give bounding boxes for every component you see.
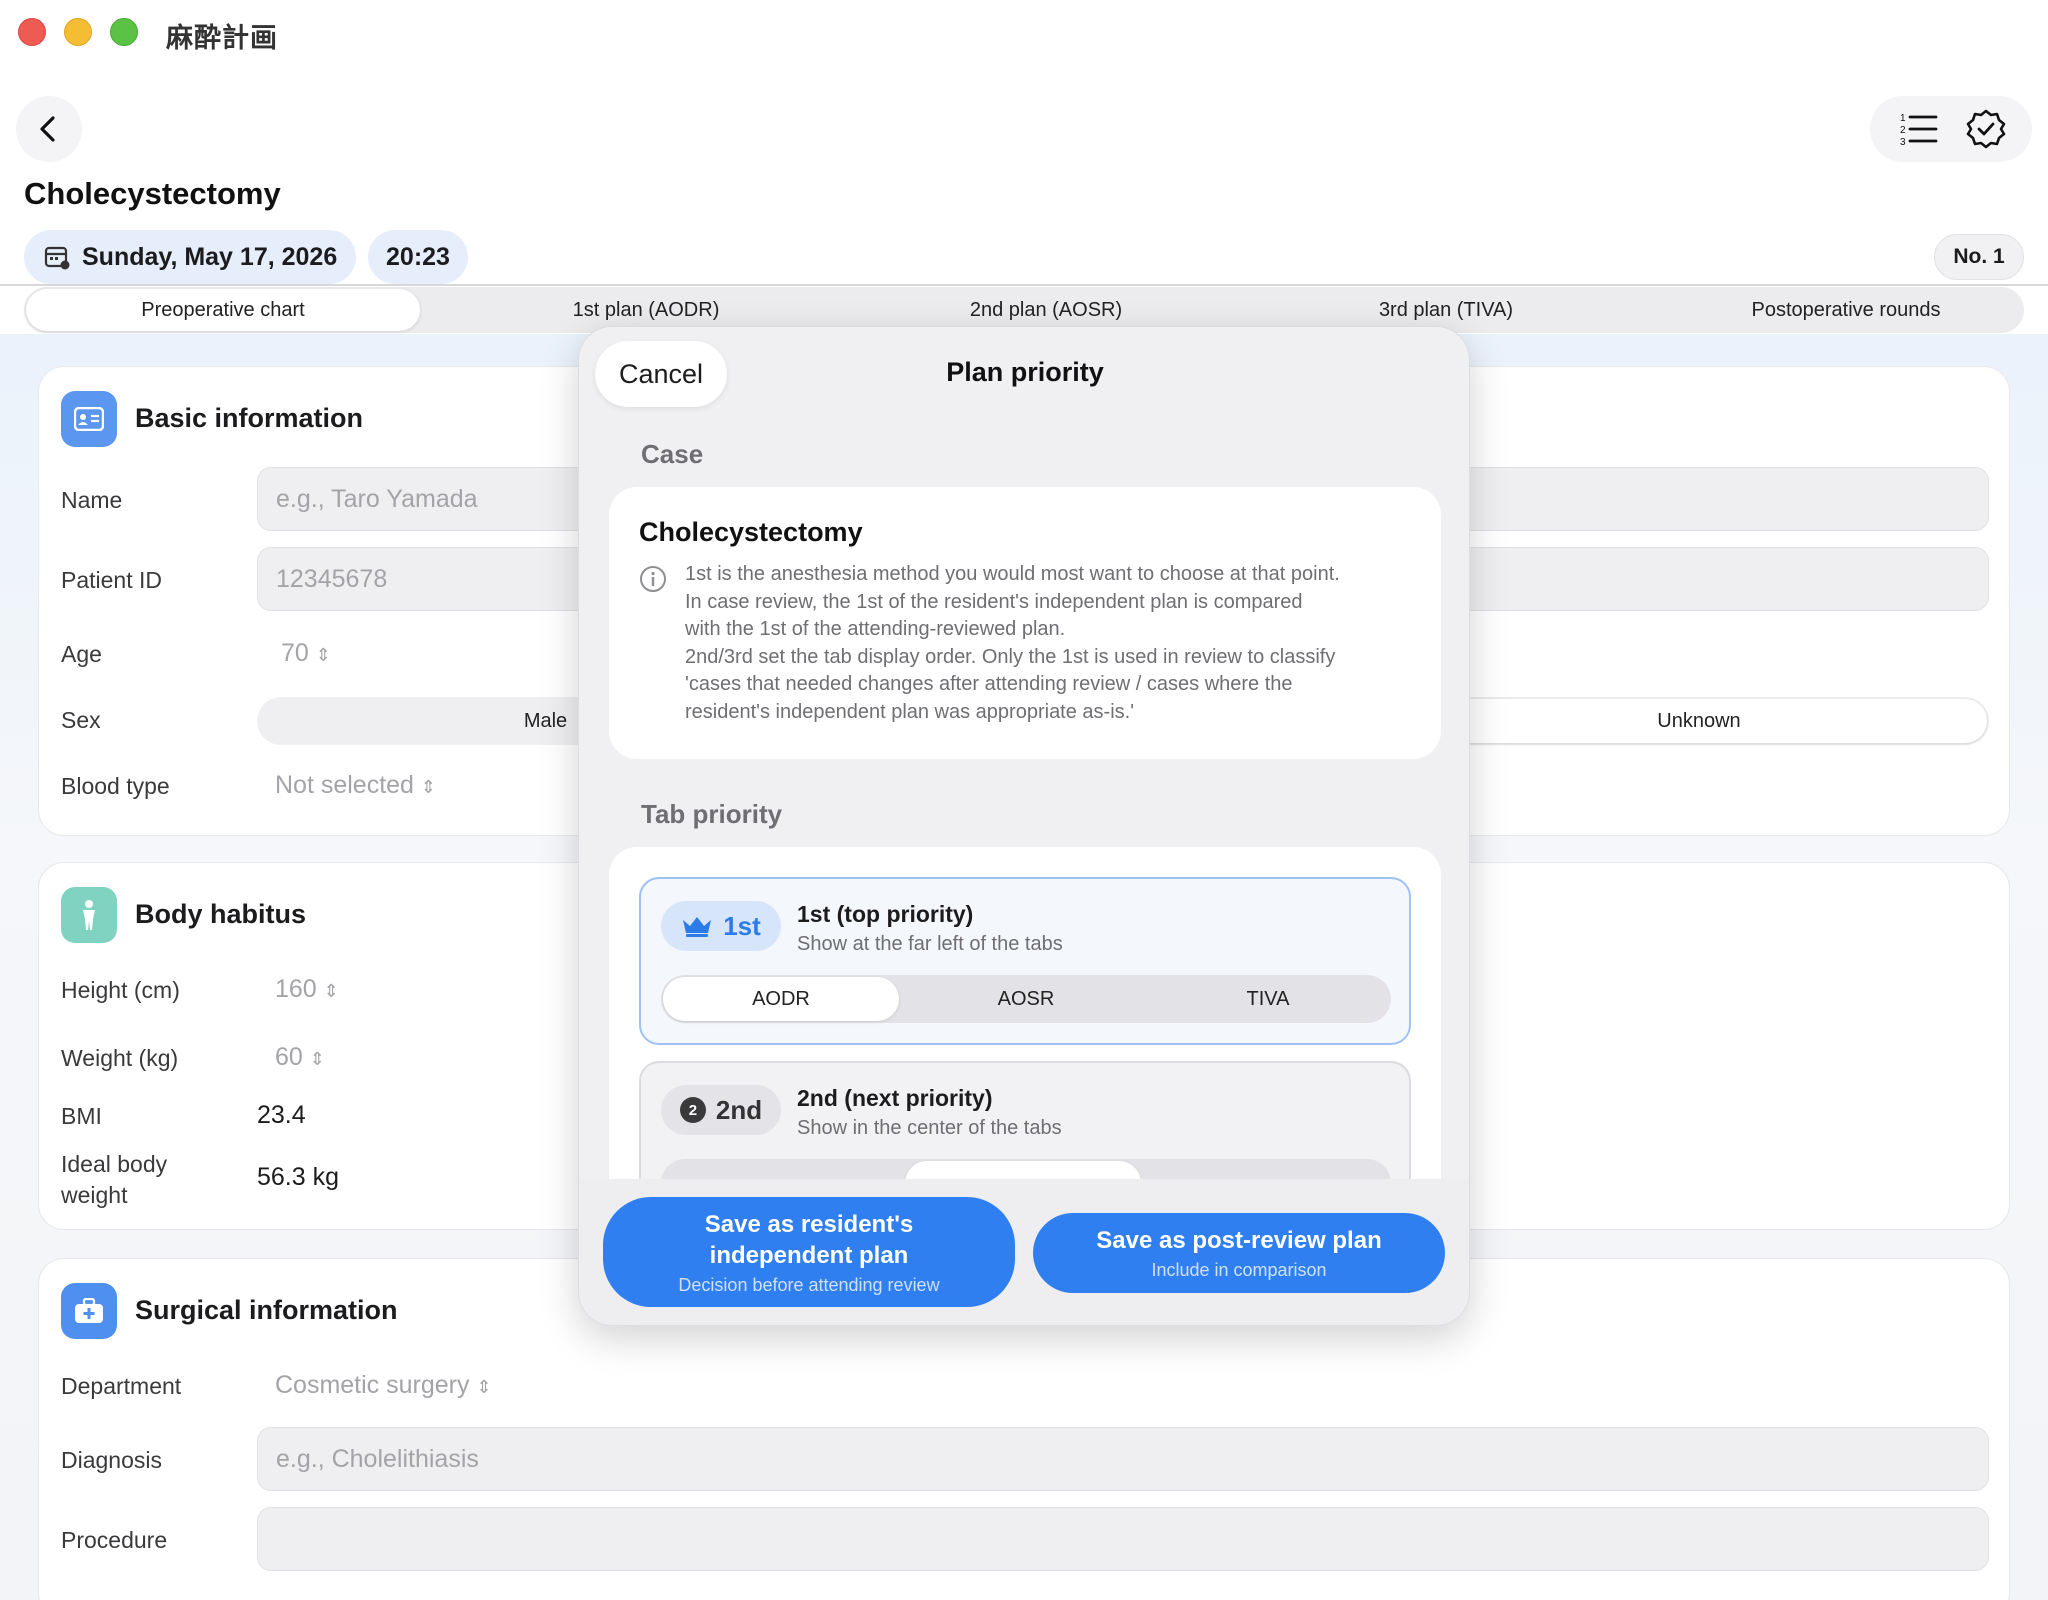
diagnosis-label: Diagnosis	[61, 1447, 162, 1473]
svg-text:2: 2	[1900, 125, 1906, 136]
tab-priority-section-header: Tab priority	[641, 799, 783, 829]
save-review-sublabel: Include in comparison	[1151, 1260, 1327, 1280]
height-value: 160	[275, 975, 317, 1003]
priority-1st-subtitle: Show at the far left of the tabs	[797, 933, 1063, 955]
case-card: Cholecystectomy 1st is the anesthesia me…	[609, 487, 1441, 759]
ideal-body-weight-value: 56.3 kg	[257, 1163, 340, 1191]
name-placeholder: e.g., Taro Yamada	[276, 484, 478, 513]
save-resident-sublabel: Decision before attending review	[678, 1274, 940, 1295]
method-option-tiva[interactable]: TIVA	[1147, 975, 1389, 1023]
updown-icon: ⇕	[420, 777, 437, 797]
weight-value: 60	[275, 1043, 303, 1071]
chevron-left-icon	[40, 116, 55, 142]
bmi-label: BMI	[61, 1103, 102, 1129]
svg-text:1: 1	[1900, 113, 1906, 124]
department-picker[interactable]: Cosmetic surgery ⇕	[275, 1371, 492, 1400]
time-chip[interactable]: 20:23	[368, 230, 468, 284]
title-bar: 麻酔計画	[0, 0, 2048, 64]
minimize-window-button[interactable]	[64, 18, 92, 46]
height-picker[interactable]: 160 ⇕	[275, 975, 339, 1004]
priority-1st-title: 1st (top priority)	[797, 901, 974, 927]
case-section-header: Case	[641, 439, 704, 469]
method-option-aodr[interactable]: AODR	[663, 977, 899, 1021]
diagnosis-placeholder: e.g., Cholelithiasis	[276, 1444, 479, 1473]
sex-label: Sex	[61, 707, 101, 733]
time-text: 20:23	[386, 242, 450, 271]
toolbar-actions: 1 2 3	[1870, 96, 2032, 162]
blood-type-picker[interactable]: Not selected ⇕	[275, 771, 436, 800]
sheet-title: Plan priority	[946, 357, 1104, 387]
diagnosis-input[interactable]: e.g., Cholelithiasis	[257, 1427, 1989, 1491]
age-label: Age	[61, 641, 102, 667]
sheet-footer: Save as resident's independent plan Decis…	[579, 1179, 1469, 1325]
ideal-body-weight-label: Ideal body weight	[61, 1151, 168, 1208]
sex-option-unknown[interactable]: Unknown	[1411, 699, 1987, 743]
blood-type-value: Not selected	[275, 771, 414, 799]
back-button[interactable]	[16, 96, 82, 162]
tab-preoperative-chart[interactable]: Preoperative chart	[26, 289, 420, 331]
numbered-list-icon: 1 2 3	[1900, 113, 1938, 148]
numbered-list-button[interactable]: 1 2 3	[1898, 109, 1938, 149]
weight-label: Weight (kg)	[61, 1045, 179, 1071]
name-label: Name	[61, 487, 123, 513]
save-resident-plan-button[interactable]: Save as resident's independent plan Decis…	[603, 1197, 1015, 1307]
weight-picker[interactable]: 60 ⇕	[275, 1043, 325, 1072]
checkmark-seal-icon	[1966, 109, 2006, 149]
bmi-value: 23.4	[257, 1101, 306, 1129]
crown-icon	[683, 917, 712, 937]
rank-badge-2nd: 2 2nd	[661, 1085, 781, 1135]
priority-1st-row: 1st 1st (top priority) Show at the far l…	[639, 877, 1411, 1045]
tab-postoperative-rounds[interactable]: Postoperative rounds	[1646, 287, 2046, 333]
verify-button[interactable]	[1966, 109, 2006, 149]
tabbar-divider	[0, 284, 2048, 286]
method-option-aosr[interactable]: AOSR	[905, 975, 1147, 1023]
id-card-icon	[61, 391, 117, 447]
height-label: Height (cm)	[61, 977, 180, 1003]
rank-badge-1st: 1st	[661, 901, 781, 951]
number-2-icon: 2	[679, 1097, 706, 1123]
body-habitus-title: Body habitus	[135, 899, 307, 929]
procedure-label: Procedure	[61, 1527, 168, 1553]
updown-icon: ⇕	[476, 1377, 492, 1397]
patient-id-label: Patient ID	[61, 567, 162, 593]
close-window-button[interactable]	[18, 18, 46, 46]
window-title: 麻酔計画	[166, 23, 278, 53]
calendar-icon	[44, 246, 70, 270]
procedure-input[interactable]	[257, 1507, 1989, 1571]
updown-icon: ⇕	[323, 981, 339, 1001]
info-circle-icon	[640, 566, 666, 592]
case-number-badge[interactable]: No. 1	[1934, 234, 2024, 280]
person-figure-icon	[61, 887, 117, 943]
medical-bag-icon	[61, 1283, 117, 1339]
basic-information-title: Basic information	[135, 403, 364, 433]
blood-type-label: Blood type	[61, 773, 170, 799]
updown-icon: ⇕	[315, 645, 331, 665]
save-post-review-plan-button[interactable]: Save as post-review plan Include in comp…	[1033, 1213, 1445, 1293]
priority-1st-method-selector: AODR AOSR TIVA	[661, 975, 1391, 1023]
age-value: 70	[281, 639, 309, 667]
date-chip[interactable]: Sunday, May 17, 2026	[24, 230, 356, 284]
surgical-information-title: Surgical information	[135, 1295, 398, 1325]
department-value: Cosmetic surgery	[275, 1371, 470, 1399]
priority-info-text: 1st is the anesthesia method you would m…	[685, 563, 1340, 723]
priority-2nd-subtitle: Show in the center of the tabs	[797, 1117, 1062, 1139]
svg-text:3: 3	[1900, 137, 1906, 148]
plan-priority-sheet: Cancel Plan priority Case Cholecystectom…	[578, 326, 1470, 1326]
case-title: Cholecystectomy	[639, 517, 863, 547]
department-label: Department	[61, 1373, 182, 1399]
save-resident-label: Save as resident's independent plan	[704, 1210, 914, 1269]
patient-id-placeholder: 12345678	[276, 564, 388, 593]
zoom-window-button[interactable]	[110, 18, 138, 46]
updown-icon: ⇕	[309, 1049, 325, 1069]
page-title: Cholecystectomy	[24, 176, 281, 211]
priority-2nd-title: 2nd (next priority)	[797, 1085, 993, 1111]
save-review-label: Save as post-review plan	[1096, 1227, 1382, 1254]
date-text: Sunday, May 17, 2026	[82, 242, 338, 271]
age-picker[interactable]: 70 ⇕	[281, 639, 331, 668]
